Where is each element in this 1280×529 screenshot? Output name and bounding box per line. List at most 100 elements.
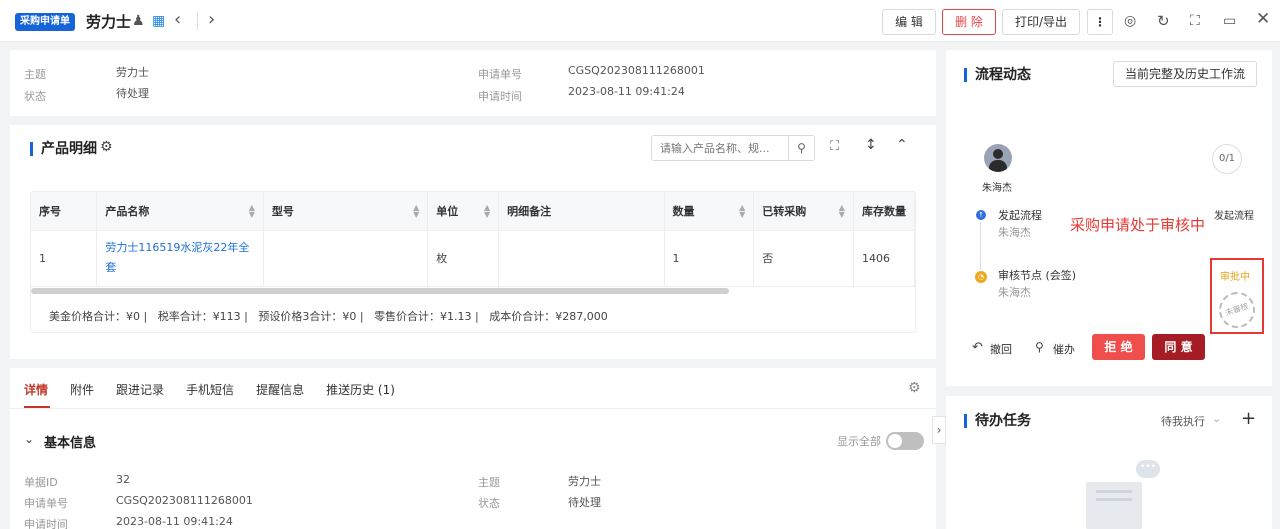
top-bar: 采购申请单 劳力士 ♟ ▦ ‹ › 编 辑 删 除 打印/导出 ⋮ ◎ ↻ ⛶ … bbox=[0, 0, 1280, 42]
tab-attachments[interactable]: 附件 bbox=[70, 383, 94, 397]
monitor-icon[interactable]: ▭ bbox=[1223, 11, 1236, 31]
column-header: 明细备注 bbox=[498, 192, 665, 231]
time-value: 2023-08-11 09:41:24 bbox=[568, 85, 685, 98]
column-header[interactable]: 已转采购 ▲ ▼ bbox=[753, 192, 854, 231]
status-label: 状态 bbox=[24, 90, 46, 103]
product-search[interactable]: ⚲ bbox=[651, 135, 815, 161]
flow-title: 流程动态 bbox=[964, 68, 1031, 82]
more-button[interactable]: ⋮ bbox=[1087, 9, 1113, 35]
step-connector bbox=[980, 222, 981, 270]
doc-icon[interactable]: ▦ bbox=[152, 11, 165, 31]
todo-filter[interactable]: 待我执行 bbox=[1161, 413, 1205, 429]
empty-inbox-icon bbox=[1086, 482, 1142, 529]
status-value: 待处理 bbox=[116, 87, 149, 100]
sort-icon[interactable]: ▲ ▼ bbox=[413, 204, 419, 219]
basic-no-label: 申请单号 bbox=[24, 497, 68, 510]
table-row[interactable]: 1 劳力士116519水泥灰22年全套 枚 1 否 1406 bbox=[31, 230, 915, 287]
next-icon[interactable]: › bbox=[208, 10, 215, 30]
column-header[interactable]: 单位 ▲ ▼ bbox=[427, 192, 500, 231]
flow-progress: 0/1 bbox=[1212, 144, 1242, 174]
summary-card: 主题 劳力士 状态 待处理 申请单号 CGSQ202308111268001 申… bbox=[10, 50, 936, 116]
id-label: 单据ID bbox=[24, 476, 58, 489]
divider bbox=[10, 408, 936, 409]
cell-stock: 1406 bbox=[853, 230, 915, 287]
chevron-down-icon[interactable]: ⌄ bbox=[24, 432, 34, 446]
subject-label: 主题 bbox=[24, 68, 46, 81]
reject-button[interactable]: 拒 绝 bbox=[1092, 334, 1145, 360]
column-label: 单位 bbox=[436, 204, 459, 218]
pending-stamp: 未審核 bbox=[1214, 287, 1260, 333]
product-table-wrap: 序号 产品名称 ▲ ▼ 型号 ▲ ▼ 单位 ▲ ▼ 明细备注 数量 ▲ ▼ 已转采购 ▲ ▼ 库存数… bbox=[30, 191, 916, 333]
tab-push-history[interactable]: 推送历史 (1) bbox=[326, 383, 395, 397]
flow-user-name: 朱海杰 bbox=[982, 183, 1012, 194]
basic-status-label: 状态 bbox=[478, 497, 500, 510]
status-highlight-box: 审批中 未審核 bbox=[1210, 258, 1264, 334]
cell-index: 1 bbox=[31, 230, 98, 287]
panel-toggle-handle[interactable]: › bbox=[932, 416, 946, 444]
chevron-down-icon[interactable]: ⌄ bbox=[1212, 412, 1221, 425]
search-icon[interactable]: ⚲ bbox=[788, 136, 814, 160]
revoke-button[interactable]: 撤回 bbox=[990, 341, 1012, 357]
basic-no-value: CGSQ202308111268001 bbox=[116, 494, 253, 507]
close-icon[interactable]: ✕ bbox=[1256, 9, 1270, 29]
column-header[interactable]: 数量 ▲ ▼ bbox=[664, 192, 755, 231]
edit-button[interactable]: 编 辑 bbox=[882, 9, 936, 35]
prev-icon[interactable]: ‹ bbox=[174, 10, 181, 30]
step2-title: 审核节点 (会签) bbox=[998, 269, 1077, 282]
show-all-toggle[interactable] bbox=[886, 432, 924, 450]
gear-icon[interactable]: ⚙ bbox=[908, 380, 921, 396]
basic-subject-label: 主题 bbox=[478, 476, 500, 489]
detail-tabs: 详情 附件 跟进记录 手机短信 提醒信息 推送历史 (1) bbox=[24, 381, 417, 398]
delete-button[interactable]: 删 除 bbox=[942, 9, 996, 35]
doc-title: 劳力士 bbox=[86, 13, 132, 31]
sort-icon[interactable]: ▲ ▼ bbox=[484, 204, 490, 219]
cell-model bbox=[263, 230, 429, 287]
urge-button[interactable]: 催办 bbox=[1053, 341, 1075, 357]
step1-title: 发起流程 bbox=[998, 209, 1042, 222]
sort-icon[interactable]: ▲ ▼ bbox=[249, 204, 255, 219]
tab-sms[interactable]: 手机短信 bbox=[186, 383, 234, 397]
expand-icon[interactable]: ⛶ bbox=[830, 139, 839, 154]
chat-bubble-icon: ••• bbox=[1136, 460, 1160, 478]
product-table: 序号 产品名称 ▲ ▼ 型号 ▲ ▼ 单位 ▲ ▼ 明细备注 数量 ▲ ▼ 已转采购 ▲ ▼ 库存数… bbox=[31, 192, 915, 287]
column-header: 序号 bbox=[31, 192, 98, 231]
id-value: 32 bbox=[116, 473, 130, 486]
pin-icon[interactable]: ⚲ bbox=[1035, 340, 1044, 354]
collapse-icon[interactable]: ⌃ bbox=[896, 137, 908, 153]
play-icon[interactable]: ◎ bbox=[1124, 11, 1136, 31]
settings-icon[interactable]: ⚙ bbox=[100, 139, 113, 155]
column-header: 库存数量 bbox=[853, 192, 915, 231]
user-icon[interactable]: ♟ bbox=[132, 11, 145, 31]
details-card: 详情 附件 跟进记录 手机短信 提醒信息 推送历史 (1) ⚙ ⌄ 基本信息 显示全部 单… bbox=[10, 368, 936, 529]
undo-icon[interactable]: ↶ bbox=[972, 340, 983, 355]
refresh-icon[interactable]: ↻ bbox=[1157, 11, 1170, 31]
step1-user: 朱海杰 bbox=[998, 226, 1031, 239]
todo-panel: 待办任务 待我执行 ⌄ + ••• bbox=[946, 396, 1272, 529]
divider bbox=[197, 12, 198, 30]
subject-value: 劳力士 bbox=[116, 66, 149, 79]
workflow-history-button[interactable]: 当前完整及历史工作流 bbox=[1113, 61, 1257, 87]
product-search-input[interactable] bbox=[652, 136, 784, 160]
agree-button[interactable]: 同 意 bbox=[1152, 334, 1205, 360]
avatar-body bbox=[989, 160, 1007, 172]
column-label: 已转采购 bbox=[762, 204, 807, 218]
tab-followup[interactable]: 跟进记录 bbox=[116, 383, 164, 397]
column-header[interactable]: 型号 ▲ ▼ bbox=[263, 192, 429, 231]
cell-product-name[interactable]: 劳力士116519水泥灰22年全套 bbox=[96, 230, 264, 287]
cell-quantity: 1 bbox=[664, 230, 755, 287]
column-header[interactable]: 产品名称 ▲ ▼ bbox=[96, 192, 264, 231]
tab-reminders[interactable]: 提醒信息 bbox=[256, 383, 304, 397]
row-height-icon[interactable]: ↕ bbox=[865, 137, 877, 153]
doc-type-badge: 采购申请单 bbox=[15, 13, 75, 31]
cell-note bbox=[498, 230, 665, 287]
add-task-button[interactable]: + bbox=[1241, 408, 1256, 429]
cell-unit: 枚 bbox=[427, 230, 500, 287]
annotation-text: 采购申请处于审核中 bbox=[1070, 216, 1206, 234]
sort-icon[interactable]: ▲ ▼ bbox=[739, 204, 745, 219]
horizontal-scrollbar[interactable] bbox=[31, 288, 729, 294]
flow-panel: 流程动态 当前完整及历史工作流 朱海杰 0/1 ↑ 发起流程 朱海杰 发起流程 … bbox=[946, 50, 1272, 386]
fullscreen-icon[interactable]: ⛶ bbox=[1190, 11, 1200, 31]
tab-details[interactable]: 详情 bbox=[24, 383, 48, 397]
print-export-button[interactable]: 打印/导出 bbox=[1002, 9, 1080, 35]
sort-icon[interactable]: ▲ ▼ bbox=[839, 204, 845, 219]
